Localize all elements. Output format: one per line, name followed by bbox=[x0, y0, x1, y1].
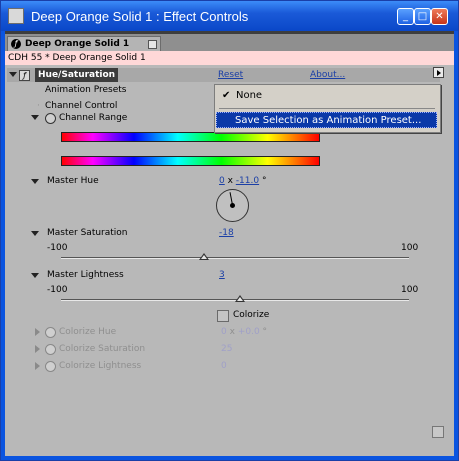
maximize-button[interactable]: □ bbox=[414, 8, 431, 25]
menu-item-save-preset[interactable]: Save Selection as Animation Preset... bbox=[216, 112, 437, 128]
stopwatch-icon[interactable] bbox=[45, 327, 56, 338]
expand-triangle-icon[interactable] bbox=[31, 115, 39, 120]
menu-item-none-label: None bbox=[236, 90, 263, 101]
colorize-saturation-value: 25 bbox=[221, 344, 233, 354]
about-link[interactable]: About... bbox=[310, 68, 345, 82]
colorize-hue-value: 0 x +0.0 ° bbox=[221, 325, 267, 339]
dial-center bbox=[230, 203, 235, 208]
channel-range-top-bar[interactable] bbox=[61, 132, 320, 142]
colorize-lightness-value: 0 bbox=[221, 361, 227, 371]
breadcrumb: CDH 55 * Deep Orange Solid 1 bbox=[5, 51, 454, 65]
effect-header-row: ƒ Hue/Saturation Reset About... bbox=[7, 68, 440, 82]
master-hue-value[interactable]: 0 x -11.0 ° bbox=[219, 174, 266, 188]
app-icon bbox=[8, 8, 24, 24]
collapse-triangle-icon[interactable] bbox=[9, 72, 17, 77]
master-lightness-label: Master Lightness bbox=[47, 270, 124, 280]
master-saturation-label: Master Saturation bbox=[47, 228, 128, 238]
master-saturation-value[interactable]: -18 bbox=[219, 226, 234, 240]
expand-triangle-icon[interactable] bbox=[35, 328, 40, 336]
channel-range-bottom-bar[interactable] bbox=[61, 156, 320, 166]
stopwatch-icon[interactable] bbox=[45, 113, 56, 124]
saturation-slider-track[interactable] bbox=[61, 257, 409, 259]
colorize-degree-symbol: ° bbox=[262, 327, 268, 337]
saturation-min: -100 bbox=[47, 243, 68, 253]
colorize-hue-degrees: +0.0 bbox=[237, 327, 260, 337]
effect-controls-window: Deep Orange Solid 1 : Effect Controls _ … bbox=[0, 0, 459, 461]
tab-label: Deep Orange Solid 1 bbox=[25, 39, 130, 49]
tab-deep-orange-solid[interactable]: ƒ Deep Orange Solid 1 bbox=[7, 36, 161, 52]
lightness-max: 100 bbox=[401, 285, 419, 295]
master-hue-label: Master Hue bbox=[47, 176, 99, 186]
bullet-dot: · bbox=[37, 101, 40, 111]
expand-triangle-icon[interactable] bbox=[35, 362, 40, 370]
close-button[interactable]: ✕ bbox=[431, 8, 448, 25]
effect-name[interactable]: Hue/Saturation bbox=[35, 68, 119, 82]
animation-presets-menu: ✔ None Save Selection as Animation Prese… bbox=[214, 84, 441, 133]
stopwatch-icon[interactable] bbox=[45, 361, 56, 372]
tab-strip: ƒ Deep Orange Solid 1 bbox=[5, 34, 454, 52]
saturation-slider-thumb[interactable] bbox=[198, 253, 209, 260]
menu-separator bbox=[219, 108, 435, 109]
hue-x-separator: x bbox=[227, 176, 233, 186]
hue-degrees[interactable]: -11.0 bbox=[236, 176, 259, 186]
colorize-checkbox-label: Colorize bbox=[233, 310, 270, 320]
panel-menu-arrow-icon[interactable] bbox=[433, 67, 444, 78]
hue-revolutions[interactable]: 0 bbox=[219, 176, 225, 186]
menu-item-none[interactable]: ✔ None bbox=[216, 88, 437, 104]
lightness-min: -100 bbox=[47, 285, 68, 295]
lightness-slider-thumb[interactable] bbox=[235, 295, 246, 302]
channel-range-label: Channel Range bbox=[59, 113, 128, 123]
expand-triangle-icon[interactable] bbox=[31, 179, 39, 184]
colorize-hue-label: Colorize Hue bbox=[59, 327, 117, 337]
saturation-max: 100 bbox=[401, 243, 419, 253]
title-bar[interactable]: Deep Orange Solid 1 : Effect Controls _ … bbox=[1, 1, 458, 31]
expand-triangle-icon[interactable] bbox=[31, 273, 39, 278]
expand-triangle-icon[interactable] bbox=[35, 345, 40, 353]
menu-item-save-preset-label: Save Selection as Animation Preset... bbox=[235, 115, 422, 126]
colorize-hue-revolutions: 0 bbox=[221, 327, 227, 337]
effect-enable-icon[interactable]: ƒ bbox=[19, 70, 30, 81]
window-title: Deep Orange Solid 1 : Effect Controls bbox=[31, 9, 249, 24]
colorize-hue-x: x bbox=[229, 327, 235, 337]
scroll-down-button[interactable] bbox=[432, 426, 444, 438]
effects-icon: ƒ bbox=[11, 39, 21, 49]
expand-triangle-icon[interactable] bbox=[31, 231, 39, 236]
check-icon: ✔ bbox=[222, 90, 231, 101]
minimize-button[interactable]: _ bbox=[397, 8, 414, 25]
tab-close-icon[interactable] bbox=[148, 40, 157, 49]
master-lightness-value[interactable]: 3 bbox=[219, 268, 225, 282]
reset-link[interactable]: Reset bbox=[218, 68, 243, 82]
master-hue-dial[interactable] bbox=[216, 189, 249, 222]
animation-presets-label: Animation Presets bbox=[45, 85, 127, 95]
colorize-checkbox[interactable] bbox=[217, 310, 229, 322]
stopwatch-icon[interactable] bbox=[45, 344, 56, 355]
degree-symbol: ° bbox=[261, 176, 267, 186]
colorize-lightness-label: Colorize Lightness bbox=[59, 361, 142, 371]
colorize-saturation-label: Colorize Saturation bbox=[59, 344, 146, 354]
